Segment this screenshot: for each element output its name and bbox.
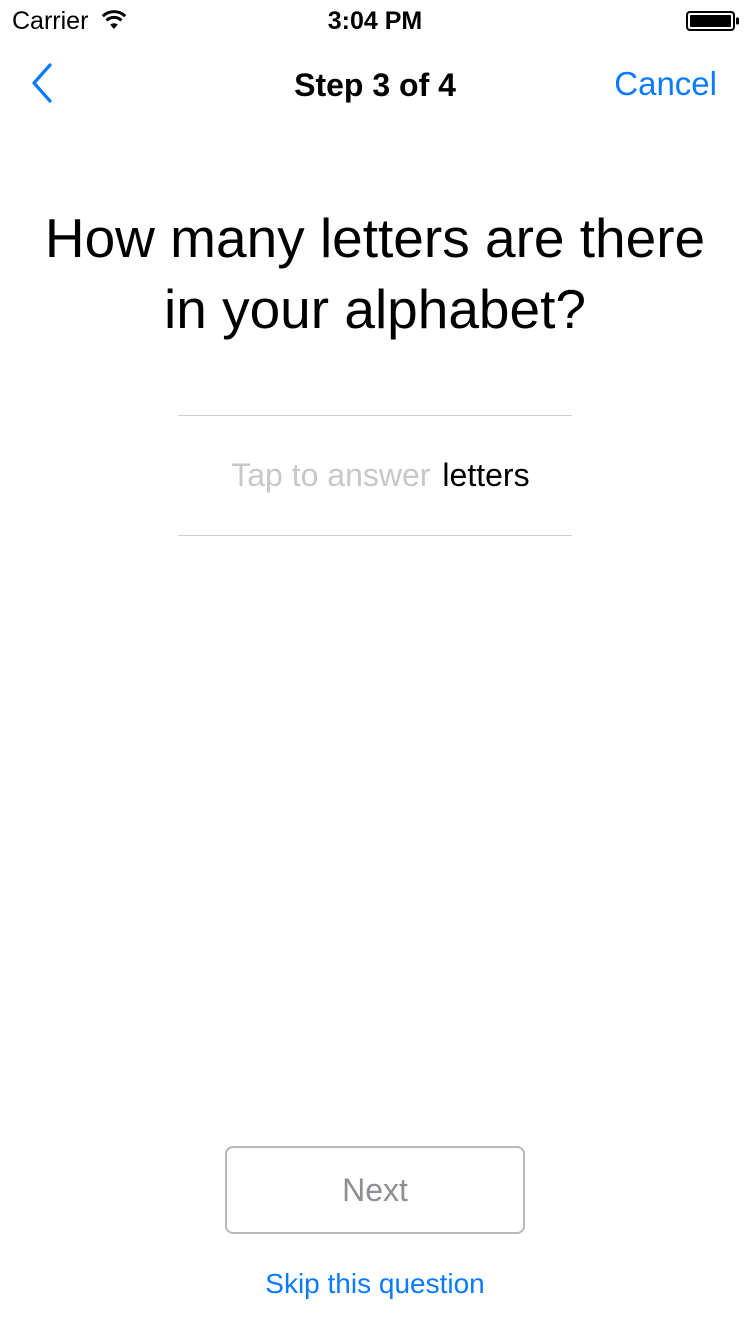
survey-screen: Carrier 3:04 PM Step 3 of 4 Cancel How m… bbox=[0, 0, 750, 1334]
status-bar: Carrier 3:04 PM bbox=[0, 0, 750, 40]
skip-question-button[interactable]: Skip this question bbox=[0, 1267, 750, 1301]
next-button[interactable]: Next bbox=[225, 1146, 525, 1234]
answer-unit-label: letters bbox=[442, 457, 530, 493]
question-text: How many letters are there in your alpha… bbox=[44, 207, 706, 340]
navigation-bar: Step 3 of 4 Cancel bbox=[0, 40, 750, 128]
cancel-button[interactable]: Cancel bbox=[614, 65, 717, 103]
answer-input[interactable] bbox=[220, 457, 443, 494]
battery-icon bbox=[686, 11, 739, 31]
status-time: 3:04 PM bbox=[327, 7, 423, 35]
answer-field[interactable]: letters bbox=[178, 415, 572, 536]
